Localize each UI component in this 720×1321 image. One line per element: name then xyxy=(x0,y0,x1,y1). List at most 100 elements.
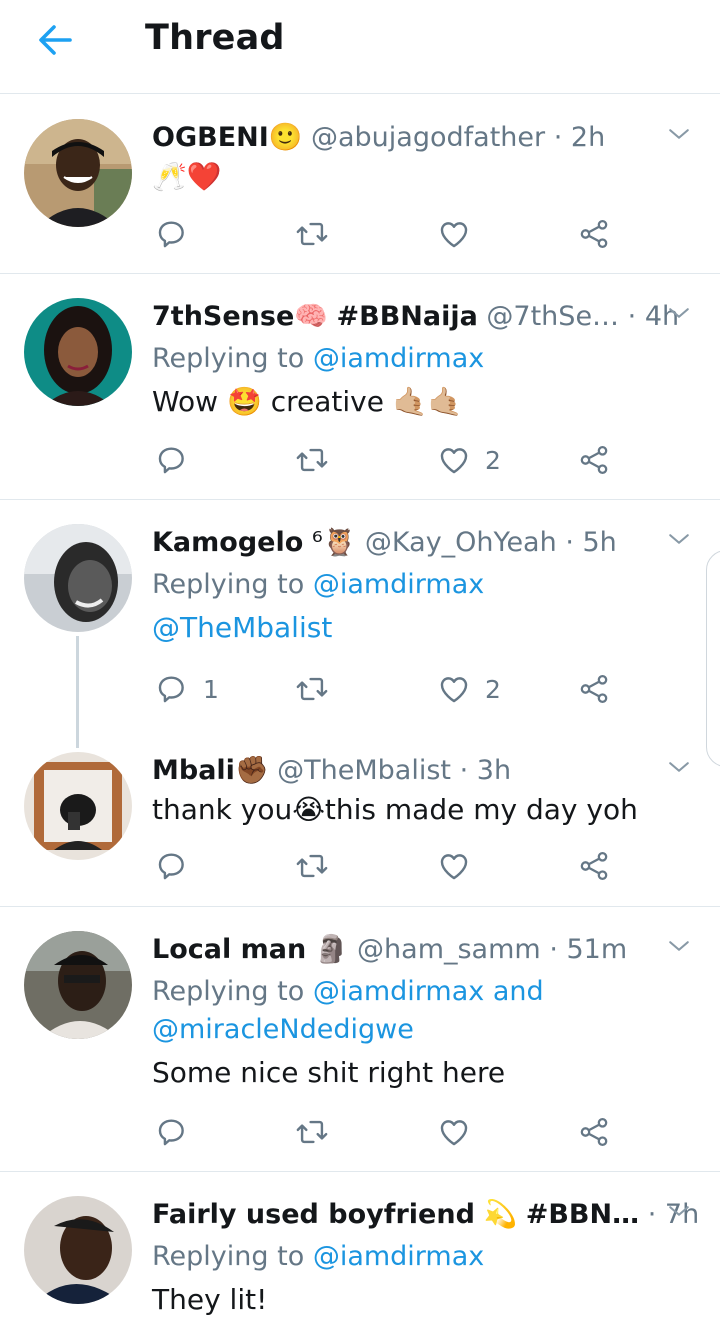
like-icon xyxy=(437,1115,471,1149)
retweet-icon xyxy=(295,672,329,706)
timestamp[interactable]: 5h xyxy=(583,527,617,558)
avatar[interactable] xyxy=(24,524,132,632)
like-icon xyxy=(437,443,471,477)
display-name[interactable]: Mbali xyxy=(152,755,235,786)
chevron-down-icon[interactable] xyxy=(664,1196,694,1226)
reply-button[interactable] xyxy=(155,844,203,888)
reply-icon xyxy=(155,217,189,251)
retweet-icon xyxy=(295,217,329,251)
reply-button[interactable]: 1 xyxy=(155,667,219,711)
tweet[interactable]: Mbali✊🏾 @TheMbalist · 3h thank you😭this … xyxy=(0,748,720,906)
reply-icon xyxy=(155,1115,189,1149)
reply-mention[interactable]: @miracleNdedigwe xyxy=(152,1014,414,1045)
tweet[interactable]: Fairly used boyfriend 💫 #BBN… · 7h Reply… xyxy=(0,1172,720,1321)
share-icon xyxy=(577,672,611,706)
display-name-hashtag[interactable]: #BBN… xyxy=(526,1199,639,1230)
share-icon xyxy=(577,849,611,883)
reply-count: 1 xyxy=(203,674,219,704)
retweet-button[interactable] xyxy=(295,844,343,888)
retweet-button[interactable] xyxy=(295,1110,343,1154)
display-name[interactable]: Kamogelo xyxy=(152,527,303,558)
avatar[interactable] xyxy=(24,119,132,227)
replying-to-label: Replying to xyxy=(152,343,305,374)
chevron-down-icon[interactable] xyxy=(664,119,694,149)
user-handle[interactable]: @TheMbalist xyxy=(277,755,451,786)
separator: · xyxy=(565,527,574,558)
like-icon xyxy=(437,672,471,706)
name-emoji: ⁶🦉 xyxy=(311,527,357,558)
like-button[interactable]: 2 xyxy=(437,667,501,711)
retweet-button[interactable] xyxy=(295,438,343,482)
display-name[interactable]: Fairly used boyfriend xyxy=(152,1199,475,1230)
user-handle[interactable]: @abujagodfather xyxy=(311,122,545,153)
reply-button[interactable] xyxy=(155,1110,203,1154)
retweet-button[interactable] xyxy=(295,667,343,711)
name-emoji: 💫 xyxy=(483,1199,518,1230)
avatar[interactable] xyxy=(24,1196,132,1304)
avatar[interactable] xyxy=(24,752,132,860)
avatar[interactable] xyxy=(24,931,132,1039)
tweet-actions: 2 xyxy=(152,438,622,482)
chevron-down-icon[interactable] xyxy=(664,752,694,782)
avatar[interactable] xyxy=(24,298,132,406)
floating-panel-edge[interactable] xyxy=(706,550,720,767)
like-count: 2 xyxy=(485,674,501,704)
reply-button[interactable] xyxy=(155,438,203,482)
like-button[interactable] xyxy=(437,212,485,256)
name-emoji: 🗿 xyxy=(314,934,349,965)
share-icon xyxy=(577,1115,611,1149)
display-name[interactable]: OGBENI xyxy=(152,122,269,153)
tweet-actions xyxy=(152,844,622,888)
share-button[interactable] xyxy=(577,438,611,482)
name-emoji: ✊🏾 xyxy=(234,755,269,786)
display-name-hashtag[interactable]: #BBNaija xyxy=(337,301,478,332)
tweet-text[interactable]: @TheMbalist xyxy=(152,608,700,648)
replying-to: Replying to @iamdirmax xyxy=(152,1238,700,1276)
tweet-meta: Local man 🗿 @ham_samm · 51m xyxy=(152,931,700,969)
share-icon xyxy=(577,443,611,477)
tweet[interactable]: Local man 🗿 @ham_samm · 51m Replying to … xyxy=(0,907,720,1171)
share-button[interactable] xyxy=(577,1110,611,1154)
tweet-meta: OGBENI🙂 @abujagodfather · 2h xyxy=(152,119,700,157)
tweet[interactable]: 7thSense🧠 #BBNaija @7thSe… · 4h Replying… xyxy=(0,274,720,499)
timestamp[interactable]: 2h xyxy=(571,122,605,153)
replying-to: Replying to @iamdirmax and @miracleNdedig… xyxy=(152,973,700,1049)
reply-mention[interactable]: @iamdirmax xyxy=(313,569,484,600)
chevron-down-icon[interactable] xyxy=(664,524,694,554)
user-handle[interactable]: @7thSe… xyxy=(486,301,619,332)
tweet-meta: Kamogelo ⁶🦉 @Kay_OhYeah · 5h xyxy=(152,524,700,562)
reply-icon xyxy=(155,443,189,477)
replying-to-label: Replying to xyxy=(152,569,305,600)
tweet-text: Wow 🤩 creative 🤙🏼🤙🏼 xyxy=(152,385,463,418)
tweet[interactable]: Kamogelo ⁶🦉 @Kay_OhYeah · 5h Replying to… xyxy=(0,500,720,730)
page-title: Thread xyxy=(145,18,285,58)
reply-button[interactable] xyxy=(155,212,203,256)
replying-to-label: Replying to xyxy=(152,976,305,1007)
tweet-meta: Fairly used boyfriend 💫 #BBN… · 7h xyxy=(152,1196,700,1234)
share-button[interactable] xyxy=(577,212,611,256)
like-button[interactable] xyxy=(437,844,485,888)
like-button[interactable]: 2 xyxy=(437,438,501,482)
chevron-down-icon[interactable] xyxy=(664,298,694,328)
timestamp[interactable]: 51m xyxy=(567,934,628,965)
share-button[interactable] xyxy=(577,844,611,888)
tweet-actions xyxy=(152,212,622,256)
like-icon xyxy=(437,849,471,883)
reply-mention[interactable]: @iamdirmax xyxy=(313,343,484,374)
like-button[interactable] xyxy=(437,1110,485,1154)
reply-mention[interactable]: @iamdirmax and xyxy=(313,976,544,1007)
display-name[interactable]: Local man xyxy=(152,934,306,965)
timestamp[interactable]: 3h xyxy=(477,755,511,786)
like-icon xyxy=(437,217,471,251)
tweet-text: thank you😭this made my day yoh xyxy=(152,793,638,826)
share-button[interactable] xyxy=(577,667,611,711)
retweet-button[interactable] xyxy=(295,212,343,256)
tweet-text: Some nice shit right here xyxy=(152,1056,506,1089)
user-handle[interactable]: @ham_samm xyxy=(357,934,541,965)
display-name[interactable]: 7thSense xyxy=(152,301,294,332)
back-button[interactable] xyxy=(34,20,78,60)
reply-mention[interactable]: @iamdirmax xyxy=(313,1241,484,1272)
user-handle[interactable]: @Kay_OhYeah xyxy=(365,527,557,558)
tweet[interactable]: OGBENI🙂 @abujagodfather · 2h 🥂❤️ xyxy=(0,95,720,273)
chevron-down-icon[interactable] xyxy=(664,931,694,961)
